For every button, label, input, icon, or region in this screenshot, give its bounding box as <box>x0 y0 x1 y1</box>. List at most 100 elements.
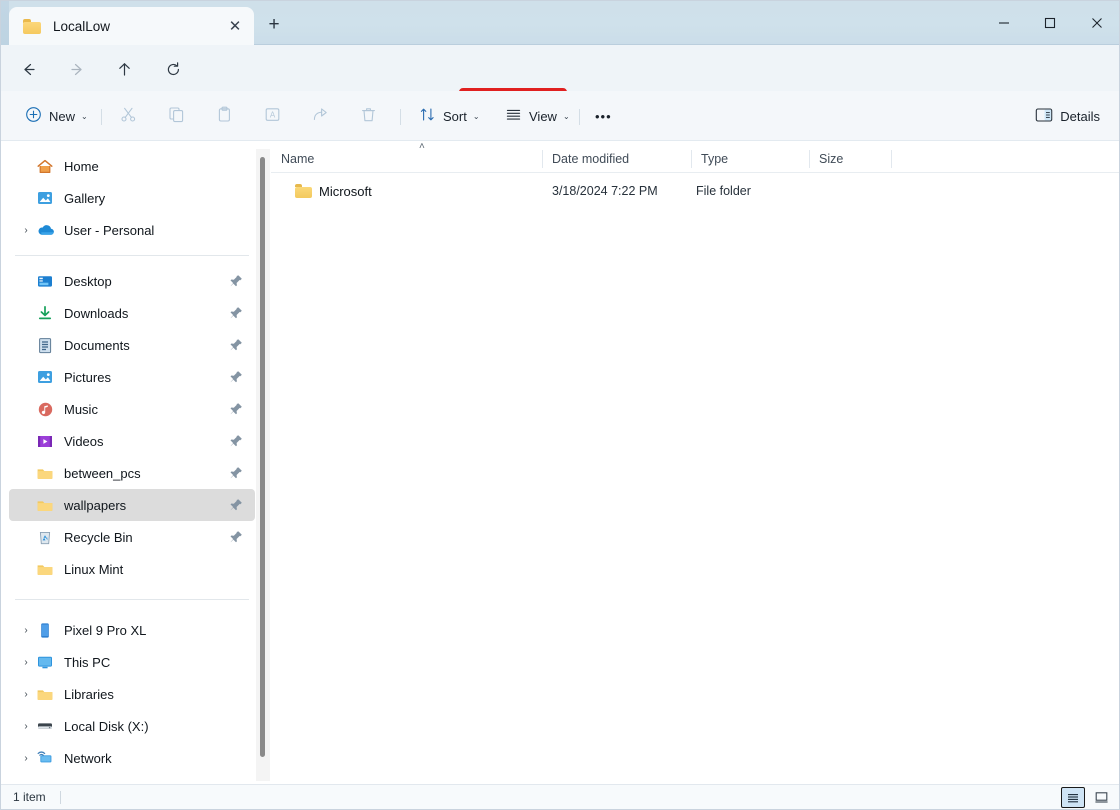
tab-locallow[interactable]: LocalLow ✕ <box>9 7 254 45</box>
details-pane-label: Details <box>1060 109 1100 124</box>
sidebar-item-network[interactable]: › Network <box>9 742 255 774</box>
new-button[interactable]: New ⌄ <box>17 101 96 131</box>
clipboard-icon <box>216 106 233 126</box>
column-header-name[interactable]: Name ˄ <box>271 145 542 173</box>
sidebar-item-desktop[interactable]: Desktop <box>9 265 255 297</box>
sidebar-item-local-disk-x[interactable]: › Local Disk (X:) <box>9 710 255 742</box>
sidebar-item-user-personal[interactable]: › User - Personal <box>9 214 255 246</box>
pin-icon[interactable] <box>230 466 243 480</box>
chevron-right-icon[interactable]: › <box>17 657 35 668</box>
downloads-icon <box>35 304 55 322</box>
sort-button[interactable]: Sort ⌄ <box>411 101 488 131</box>
new-button-label: New <box>49 109 75 124</box>
folder-icon <box>35 685 55 703</box>
refresh-button[interactable] <box>158 55 188 83</box>
details-pane-button[interactable]: Details <box>1026 101 1109 131</box>
minimize-button[interactable] <box>981 1 1027 45</box>
sidebar-label: Recycle Bin <box>64 530 133 545</box>
sidebar-label: Documents <box>64 338 130 353</box>
sidebar-label: Linux Mint <box>64 562 123 577</box>
column-header-type-label: Type <box>701 152 728 166</box>
status-separator <box>60 791 61 804</box>
phone-icon <box>35 621 55 639</box>
chevron-right-icon[interactable]: › <box>17 721 35 732</box>
desktop-icon <box>35 272 55 290</box>
sidebar-divider <box>15 255 249 256</box>
paste-button <box>207 101 241 131</box>
column-header-date-label: Date modified <box>552 152 629 166</box>
close-tab-icon[interactable]: ✕ <box>222 13 248 39</box>
pin-icon[interactable] <box>230 274 243 288</box>
pin-icon[interactable] <box>230 498 243 512</box>
column-headers: Name ˄ Date modified Type Size <box>271 145 1120 173</box>
chevron-right-icon[interactable]: › <box>17 225 35 236</box>
pin-icon[interactable] <box>230 402 243 416</box>
file-explorer-window: LocalLow ✕ + <box>0 0 1120 810</box>
folder-icon <box>23 19 41 34</box>
sidebar-label: Desktop <box>64 274 112 289</box>
details-view-button[interactable] <box>1061 787 1085 808</box>
chevron-right-icon[interactable]: › <box>17 753 35 764</box>
sidebar-item-libraries[interactable]: › Libraries <box>9 678 255 710</box>
sidebar-item-this-pc[interactable]: › This PC <box>9 646 255 678</box>
column-divider[interactable] <box>891 150 892 168</box>
sort-ascending-caret-icon: ˄ <box>419 141 425 152</box>
sidebar-item-home[interactable]: Home <box>9 150 255 182</box>
pin-icon[interactable] <box>230 306 243 320</box>
up-button[interactable] <box>109 55 139 83</box>
recycle-bin-icon <box>35 528 55 546</box>
close-window-button[interactable] <box>1073 1 1120 45</box>
sidebar-item-downloads[interactable]: Downloads <box>9 297 255 329</box>
column-header-type[interactable]: Type <box>691 145 809 173</box>
sidebar-item-linux-mint[interactable]: Linux Mint <box>9 553 255 585</box>
command-toolbar: New ⌄ A <box>1 91 1120 141</box>
back-button[interactable] <box>13 55 43 83</box>
gallery-icon <box>35 189 55 207</box>
sidebar-item-between-pcs[interactable]: between_pcs <box>9 457 255 489</box>
pin-icon[interactable] <box>230 434 243 448</box>
sidebar-item-gallery[interactable]: Gallery <box>9 182 255 214</box>
sidebar-item-recycle-bin[interactable]: Recycle Bin <box>9 521 255 553</box>
column-header-size[interactable]: Size <box>809 145 891 173</box>
sidebar-label: Libraries <box>64 687 114 702</box>
sidebar-label: Pixel 9 Pro XL <box>64 623 146 638</box>
chevron-right-icon[interactable]: › <box>17 625 35 636</box>
file-list-pane: Name ˄ Date modified Type Size Microsoft… <box>271 141 1120 786</box>
maximize-button[interactable] <box>1027 1 1073 45</box>
sidebar-label: Network <box>64 751 112 766</box>
sidebar-label: Home <box>64 159 99 174</box>
sidebar-item-videos[interactable]: Videos <box>9 425 255 457</box>
toolbar-separator <box>579 109 580 125</box>
view-button[interactable]: View ⌄ <box>497 101 578 131</box>
pin-icon[interactable] <box>230 530 243 544</box>
navigation-bar: › User Demo › AppData › LocalLow › <box>1 45 1120 91</box>
navigation-pane: Home Gallery › User - Personal Desktop <box>1 141 263 786</box>
table-row[interactable]: Microsoft 3/18/2024 7:22 PM File folder <box>271 177 1120 205</box>
sidebar-item-pictures[interactable]: Pictures <box>9 361 255 393</box>
pin-icon[interactable] <box>230 338 243 352</box>
sidebar-item-music[interactable]: Music <box>9 393 255 425</box>
sort-button-label: Sort <box>443 109 467 124</box>
sidebar-item-pixel-9-pro-xl[interactable]: › Pixel 9 Pro XL <box>9 614 255 646</box>
sidebar-label: Pictures <box>64 370 111 385</box>
sidebar-item-documents[interactable]: Documents <box>9 329 255 361</box>
column-header-date-modified[interactable]: Date modified <box>542 145 691 173</box>
chevron-right-icon[interactable]: › <box>17 689 35 700</box>
sidebar-item-wallpapers[interactable]: wallpapers <box>9 489 255 521</box>
folder-icon <box>35 560 55 578</box>
pin-icon[interactable] <box>230 370 243 384</box>
sidebar-label: wallpapers <box>64 498 126 513</box>
music-icon <box>35 400 55 418</box>
sidebar-label: Gallery <box>64 191 105 206</box>
toolbar-separator <box>101 109 102 125</box>
sidebar-label: Downloads <box>64 306 128 321</box>
sidebar-scrollbar-thumb[interactable] <box>260 157 265 757</box>
window-controls <box>981 1 1120 45</box>
large-icons-view-button[interactable] <box>1089 787 1113 808</box>
sidebar-divider <box>15 599 249 600</box>
copy-icon <box>168 106 185 126</box>
share-button <box>303 101 337 131</box>
new-tab-button[interactable]: + <box>259 11 289 39</box>
more-options-button[interactable]: ••• <box>587 101 620 131</box>
sidebar-label: Local Disk (X:) <box>64 719 149 734</box>
